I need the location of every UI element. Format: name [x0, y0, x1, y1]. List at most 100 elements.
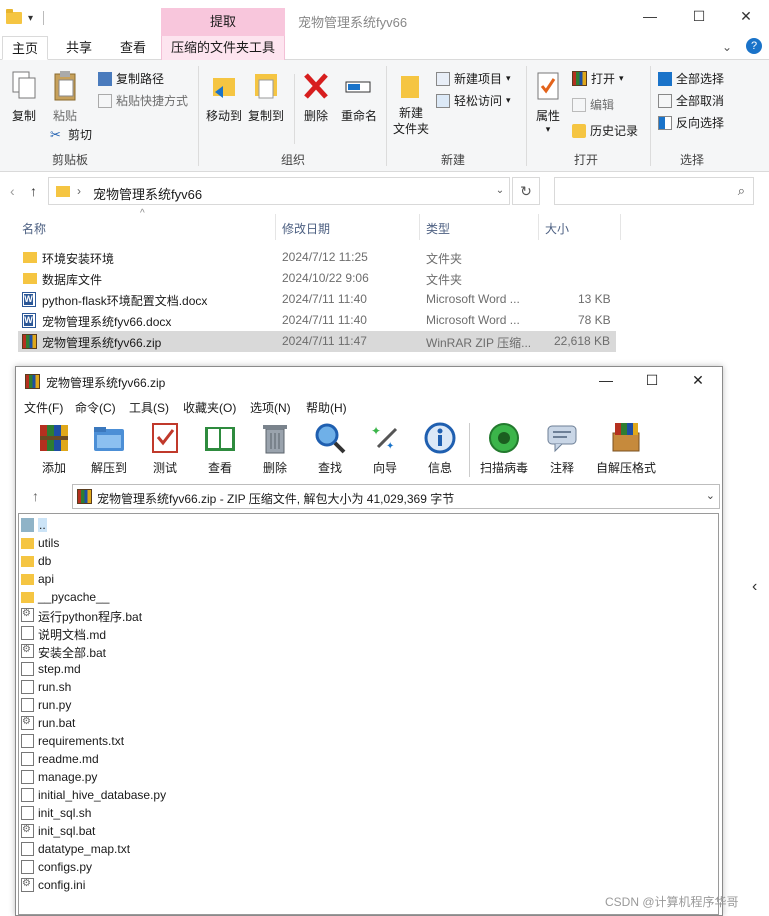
add-button[interactable]: 添加 [24, 421, 84, 476]
column-type[interactable]: 类型 [426, 220, 450, 237]
chevron-down-icon[interactable]: ⌄ [706, 489, 715, 502]
copy-to-label: 复制到 [247, 109, 284, 123]
winrar-toolbar: 添加 解压到 测试 查看 删除 查找 ✦ ✦ 向导 信息 扫描病毒 注释 自解压… [16, 417, 722, 479]
file-row[interactable]: 数据库文件 2024/10/22 9:06 文件夹 [18, 268, 616, 289]
file-row-selected[interactable]: 宠物管理系统fyv66.zip 2024/7/11 11:47 WinRAR Z… [18, 331, 616, 352]
comment-button[interactable]: 注释 [532, 421, 592, 476]
comment-label: 注释 [549, 461, 574, 475]
paste-button[interactable]: 粘贴 [48, 70, 82, 124]
info-button[interactable]: 信息 [410, 421, 470, 476]
history-button[interactable]: 历史记录 [572, 122, 638, 139]
winrar-icon [572, 71, 587, 86]
group-organize-label: 组织 [281, 153, 306, 167]
winrar-path-bar[interactable]: 宠物管理系统fyv66.zip - ZIP 压缩文件, 解包大小为 41,029… [72, 484, 720, 509]
svg-text:✦: ✦ [371, 424, 381, 438]
menu-tools[interactable]: 工具(S) [129, 399, 169, 416]
maximize-button[interactable]: ☐ [684, 8, 714, 25]
file-name: 宠物管理系统fyv66.zip [42, 336, 162, 350]
chevron-down-icon[interactable]: ⌄ [722, 40, 732, 54]
menu-favorites[interactable]: 收藏夹(O) [183, 399, 236, 416]
wizard-button[interactable]: ✦ ✦ 向导 [355, 421, 415, 476]
column-date[interactable]: 修改日期 [282, 220, 330, 237]
column-name[interactable]: 名称 [22, 220, 46, 237]
winrar-titlebar: 宠物管理系统fyv66.zip — ☐ ✕ [16, 367, 722, 395]
open-button[interactable]: 打开 ▾ [572, 70, 624, 87]
delete-button[interactable]: 删除 [245, 421, 305, 476]
tab-extract[interactable]: 提取 [161, 8, 285, 36]
virus-scan-button[interactable]: 扫描病毒 [473, 421, 535, 476]
divider [620, 214, 621, 240]
copy-to-button[interactable]: 复制到 [246, 70, 286, 124]
new-folder-button[interactable]: 新建 文件夹 [390, 70, 432, 137]
select-all-button[interactable]: 全部选择 [658, 70, 724, 87]
move-to-button[interactable]: 移动到 [204, 70, 244, 124]
tab-compressed-folder-tools[interactable]: 压缩的文件夹工具 [161, 36, 285, 60]
chevron-down-icon: ▾ [506, 73, 511, 83]
file-date: 2024/7/11 11:40 [282, 313, 367, 327]
tab-share[interactable]: 共享 [56, 36, 102, 60]
chevron-down-icon: ▾ [506, 95, 511, 105]
up-arrow-icon[interactable]: ↑ [32, 488, 39, 504]
sfx-button[interactable]: 自解压格式 [588, 421, 664, 476]
winrar-path-text: 宠物管理系统fyv66.zip - ZIP 压缩文件, 解包大小为 41,029… [97, 492, 455, 506]
menu-help[interactable]: 帮助(H) [306, 399, 347, 416]
folder-icon [56, 186, 70, 197]
entry-name: run.bat [38, 716, 76, 730]
wizard-label: 向导 [372, 461, 397, 475]
cut-button[interactable]: ✂ 剪切 [50, 126, 92, 143]
close-button[interactable]: ✕ [686, 372, 710, 389]
view-button[interactable]: 查看 [190, 421, 250, 476]
paste-shortcut-button[interactable]: 粘贴快捷方式 [98, 92, 188, 109]
close-button[interactable]: ✕ [731, 8, 761, 25]
minimize-button[interactable]: — [594, 372, 618, 388]
properties-button[interactable]: 属性 ▾ [532, 70, 564, 135]
delete-button[interactable]: 删除 [300, 70, 332, 124]
file-row[interactable]: 宠物管理系统fyv66.docx 2024/7/11 11:40 Microso… [18, 310, 616, 331]
folder-icon[interactable] [6, 9, 22, 24]
menu-commands[interactable]: 命令(C) [75, 399, 116, 416]
minimize-button[interactable]: — [635, 8, 665, 24]
entry-name: 说明文档.md [38, 628, 107, 642]
scissors-icon: ✂ [50, 126, 61, 142]
column-size[interactable]: 大小 [545, 220, 569, 237]
select-none-button[interactable]: 全部取消 [658, 92, 724, 109]
maximize-button[interactable]: ☐ [640, 372, 664, 389]
tab-home[interactable]: 主页 [2, 36, 48, 60]
file-row[interactable]: 环境安装环境 2024/7/12 11:25 文件夹 [18, 247, 616, 268]
invert-selection-button[interactable]: 反向选择 [658, 114, 724, 131]
extract-to-label: 解压到 [90, 461, 127, 475]
menu-file[interactable]: 文件(F) [24, 399, 63, 416]
copy-path-button[interactable]: 复制路径 [98, 70, 164, 87]
entry-name: __pycache__ [38, 590, 110, 604]
folder-icon [21, 556, 34, 567]
file-date: 2024/7/11 11:40 [282, 292, 367, 306]
test-button[interactable]: 测试 [135, 421, 195, 476]
word-document-icon [22, 313, 36, 328]
find-button[interactable]: 查找 [300, 421, 360, 476]
chevron-left-icon[interactable]: ‹ [752, 578, 757, 596]
entry-name: config.ini [38, 878, 86, 892]
help-icon[interactable]: ? [746, 38, 762, 54]
divider [538, 214, 539, 240]
new-item-button[interactable]: 新建项目 ▾ [436, 70, 511, 87]
rename-button[interactable]: 重命名 [338, 70, 380, 124]
file-row[interactable]: python-flask环境配置文档.docx 2024/7/11 11:40 … [18, 289, 616, 310]
edit-button[interactable]: 编辑 [572, 96, 614, 113]
new-item-label: 新建项目 [454, 72, 503, 86]
extract-to-button[interactable]: 解压到 [79, 421, 139, 476]
file-size: 22,618 KB [554, 334, 611, 348]
refresh-icon[interactable]: ↻ [512, 177, 540, 205]
address-path: 宠物管理系统fyv66 [93, 187, 203, 202]
search-input[interactable]: ⌕ [554, 177, 754, 205]
tab-view[interactable]: 查看 [110, 36, 156, 60]
copy-button[interactable]: 复制 [8, 70, 40, 124]
sfx-archive-icon [609, 421, 643, 455]
address-bar[interactable]: › 宠物管理系统fyv66 [48, 177, 510, 205]
chevron-down-icon[interactable]: ▾ [28, 13, 33, 24]
file-size: 78 KB [578, 313, 611, 327]
back-arrow-icon[interactable]: ‹ [10, 183, 15, 199]
easy-access-button[interactable]: 轻松访问 ▾ [436, 92, 511, 109]
menu-options[interactable]: 选项(N) [250, 399, 291, 416]
chevron-down-icon[interactable]: ⌄ [488, 177, 512, 205]
up-arrow-icon[interactable]: ↑ [30, 183, 37, 199]
